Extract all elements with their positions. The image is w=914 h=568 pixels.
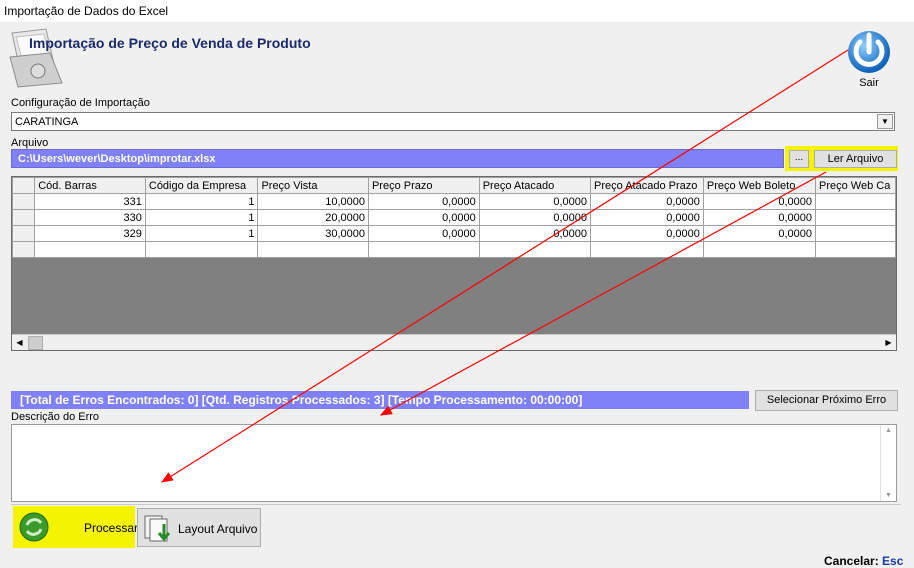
table-cell[interactable]: 0,0000 xyxy=(367,225,480,242)
column-header[interactable]: Preço Prazo xyxy=(367,177,480,194)
window-title: Importação de Dados do Excel xyxy=(4,4,169,18)
chevron-down-icon[interactable]: ▼ xyxy=(877,114,893,129)
column-header[interactable]: Preço Atacado Prazo xyxy=(590,177,704,194)
grid-table: Cód. Barras Código da Empresa Preço Vist… xyxy=(12,177,896,258)
table-cell[interactable]: 0,0000 xyxy=(590,209,704,226)
status-bar: [Total de Erros Encontrados: 0] [Qtd. Re… xyxy=(11,391,749,409)
power-icon xyxy=(848,31,890,73)
table-cell[interactable] xyxy=(815,241,896,258)
table-cell[interactable]: 331 xyxy=(34,193,146,210)
scroll-right-icon[interactable]: ▶ xyxy=(881,336,896,350)
scroll-left-icon[interactable]: ◀ xyxy=(12,336,27,350)
table-cell[interactable] xyxy=(257,241,369,258)
table-cell[interactable]: 20,0000 xyxy=(257,209,369,226)
table-cell[interactable]: 1 xyxy=(144,209,259,226)
next-error-button[interactable]: Selecionar Próximo Erro xyxy=(755,390,898,411)
table-cell[interactable] xyxy=(590,241,704,258)
table-cell[interactable]: 10,0000 xyxy=(257,193,369,210)
config-select[interactable]: CARATINGA ▼ xyxy=(11,112,895,131)
column-header[interactable]: Preço Web Boleto xyxy=(702,177,817,194)
table-cell[interactable] xyxy=(34,241,146,258)
table-cell[interactable]: 0,0000 xyxy=(702,209,817,226)
exit-button[interactable]: Sair xyxy=(840,26,898,92)
table-row[interactable]: 331 1 10,0000 0,0000 0,0000 0,0000 0,000… xyxy=(12,193,896,210)
process-button[interactable]: Processar xyxy=(14,507,138,547)
data-grid[interactable]: Cód. Barras Código da Empresa Preço Vist… xyxy=(11,176,897,351)
table-cell[interactable]: 1 xyxy=(144,193,259,210)
table-cell[interactable] xyxy=(367,241,480,258)
column-header[interactable]: Cód. Barras xyxy=(34,177,146,194)
table-cell[interactable]: 0,0000 xyxy=(478,225,592,242)
table-cell[interactable]: 0,0000 xyxy=(590,193,704,210)
column-header[interactable]: Preço Vista xyxy=(257,177,369,194)
column-header[interactable]: Preço Atacado xyxy=(478,177,592,194)
table-cell[interactable]: 0,0000 xyxy=(367,193,480,210)
table-cell[interactable]: 0,0000 xyxy=(478,209,592,226)
error-description-field[interactable]: ▲ ▼ xyxy=(11,424,897,502)
table-row[interactable]: 330 1 20,0000 0,0000 0,0000 0,0000 0,000… xyxy=(12,209,896,226)
column-header[interactable]: Preço Web Ca xyxy=(815,177,896,194)
table-cell[interactable] xyxy=(815,193,896,210)
table-cell[interactable]: 30,0000 xyxy=(257,225,369,242)
window-titlebar: Importação de Dados do Excel xyxy=(0,0,914,22)
config-label: Configuração de Importação xyxy=(11,97,150,109)
table-cell[interactable] xyxy=(702,241,817,258)
vertical-scrollbar[interactable]: ▲ ▼ xyxy=(880,425,896,501)
documents-download-icon xyxy=(144,515,171,542)
scroll-thumb[interactable] xyxy=(28,336,43,350)
table-cell[interactable]: 1 xyxy=(144,225,259,242)
table-cell[interactable]: 0,0000 xyxy=(367,209,480,226)
file-label: Arquivo xyxy=(11,137,49,149)
layout-file-button[interactable]: Layout Arquivo xyxy=(137,508,261,547)
exit-label: Sair xyxy=(859,77,879,89)
file-path-field[interactable]: C:\Users\wever\Desktop\improtar.xlsx xyxy=(11,149,784,168)
table-cell[interactable]: 0,0000 xyxy=(702,193,817,210)
row-header[interactable] xyxy=(12,209,36,226)
table-cell[interactable]: 0,0000 xyxy=(702,225,817,242)
table-cell[interactable] xyxy=(478,241,592,258)
row-header-corner xyxy=(12,177,36,194)
table-row-new[interactable] xyxy=(12,241,896,258)
horizontal-scrollbar[interactable]: ◀ ▶ xyxy=(12,334,896,350)
refresh-icon xyxy=(19,512,49,542)
file-path-value: C:\Users\wever\Desktop\improtar.xlsx xyxy=(18,153,216,165)
table-row[interactable]: 329 1 30,0000 0,0000 0,0000 0,0000 0,000… xyxy=(12,225,896,242)
status-text: [Total de Erros Encontrados: 0] [Qtd. Re… xyxy=(20,393,583,407)
table-cell[interactable] xyxy=(815,225,896,242)
table-cell[interactable]: 0,0000 xyxy=(590,225,704,242)
config-selected-value: CARATINGA xyxy=(15,116,79,128)
page-title: Importação de Preço de Venda de Produto xyxy=(29,35,311,51)
layout-label: Layout Arquivo xyxy=(178,522,258,536)
table-cell[interactable] xyxy=(144,241,259,258)
grid-header-row: Cód. Barras Código da Empresa Preço Vist… xyxy=(12,177,896,194)
scroll-up-icon[interactable]: ▲ xyxy=(881,427,896,434)
column-header[interactable]: Código da Empresa xyxy=(144,177,259,194)
row-header[interactable] xyxy=(12,241,36,258)
table-cell[interactable] xyxy=(815,209,896,226)
error-label: Descrição do Erro xyxy=(11,411,100,423)
table-cell[interactable]: 330 xyxy=(34,209,146,226)
browse-button[interactable]: ... xyxy=(789,150,809,168)
row-header[interactable] xyxy=(12,193,36,210)
table-cell[interactable]: 329 xyxy=(34,225,146,242)
read-file-button[interactable]: Ler Arquivo xyxy=(814,150,897,168)
table-cell[interactable]: 0,0000 xyxy=(478,193,592,210)
process-label: Processar xyxy=(84,521,139,535)
row-header[interactable] xyxy=(12,225,36,242)
scroll-down-icon[interactable]: ▼ xyxy=(881,492,896,499)
